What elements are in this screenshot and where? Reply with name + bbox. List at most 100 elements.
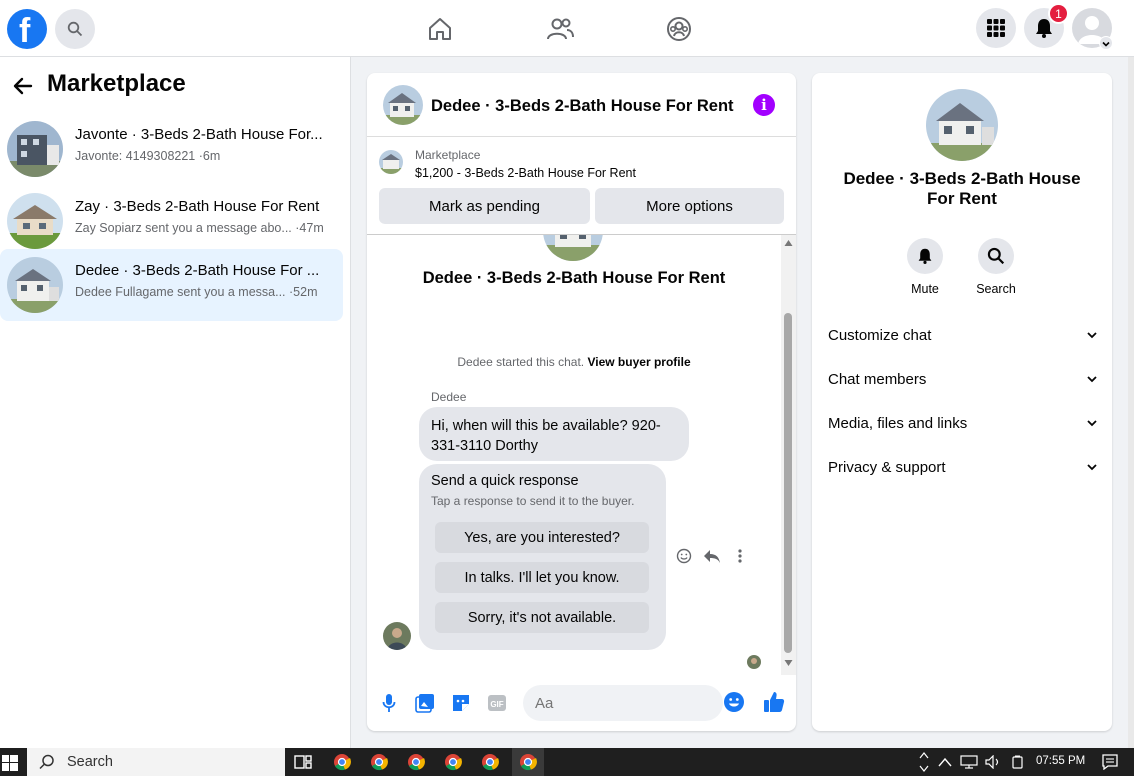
listing-thumbnail[interactable] [383, 85, 423, 125]
chevron-down-icon [1087, 464, 1097, 471]
emoji-icon [724, 692, 744, 712]
chrome-icon[interactable] [480, 752, 500, 772]
conversation-preview: Zay Sopiarz sent you a message abo... ·4… [75, 221, 324, 235]
chrome-icon[interactable] [443, 752, 463, 772]
notification-center-icon[interactable] [1102, 754, 1118, 770]
notification-badge: 1 [1048, 3, 1069, 24]
page-scrollbar[interactable] [1128, 57, 1134, 748]
scroll-up-icon[interactable] [784, 239, 793, 247]
chevron-down-icon [1087, 420, 1097, 427]
quick-response-option[interactable]: Sorry, it's not available. [435, 602, 649, 633]
conversation-preview: Javonte: 4149308221 ·6m [75, 149, 221, 163]
conversation-item-active[interactable]: Dedee · 3-Beds 2-Bath House For ... Dede… [0, 249, 343, 321]
sticker-button[interactable] [451, 693, 471, 713]
conversation-title: Zay · 3-Beds 2-Bath House For Rent [75, 198, 320, 215]
quick-response-option[interactable]: In talks. I'll let you know. [435, 562, 649, 593]
quick-response-subtitle: Tap a response to send it to the buyer. [431, 494, 635, 508]
chevron-down-icon [1087, 376, 1097, 383]
message-input[interactable] [523, 685, 723, 721]
search-label: Search [976, 282, 1016, 296]
taskbar-scroll-icon[interactable] [918, 750, 930, 774]
friends-nav[interactable] [545, 14, 575, 44]
arrow-left-icon [13, 77, 33, 95]
account-dropdown[interactable] [1099, 36, 1113, 50]
mute-action[interactable]: Mute [895, 238, 955, 296]
chevron-up-icon[interactable] [938, 756, 952, 768]
svg-text:GIF: GIF [490, 700, 503, 709]
message-bubble[interactable]: Hi, when will this be available? 920-331… [419, 407, 689, 461]
taskbar-search[interactable]: Search [27, 748, 285, 776]
info-title: Dedee · 3-Beds 2-Bath House For Rent [843, 169, 1081, 208]
search-button[interactable] [55, 9, 95, 49]
groups-nav[interactable] [664, 14, 694, 44]
back-button[interactable] [11, 74, 35, 98]
message-composer: GIF [367, 675, 796, 731]
sticker-icon [453, 695, 469, 711]
search-icon [987, 247, 1005, 265]
chrome-icon[interactable] [369, 752, 389, 772]
more-actions-button[interactable] [731, 547, 749, 565]
section-media-files-links[interactable]: Media, files and links [828, 403, 1098, 443]
section-customize-chat[interactable]: Customize chat [828, 315, 1098, 355]
search-conversation-button[interactable] [978, 238, 1014, 274]
listing-price[interactable]: $1,200 - 3-Beds 2-Bath House For Rent [415, 166, 636, 180]
battery-icon[interactable] [1010, 755, 1026, 769]
active-chrome-window[interactable] [512, 748, 544, 776]
taskbar-clock[interactable]: 07:55 PM [1036, 755, 1085, 767]
sender-avatar[interactable] [383, 622, 411, 650]
thumbs-up-icon [764, 692, 785, 712]
search-action[interactable]: Search [966, 238, 1026, 296]
section-label: Customize chat [828, 326, 932, 344]
gif-icon: GIF [488, 695, 506, 711]
conversation-title: Javonte · 3-Beds 2-Bath House For... [75, 126, 323, 143]
sidebar-title: Marketplace [47, 70, 186, 97]
menu-button[interactable] [976, 8, 1016, 48]
seen-indicator [747, 655, 761, 669]
chrome-icon[interactable] [332, 752, 352, 772]
task-view-icon[interactable] [293, 752, 313, 772]
search-icon [67, 21, 83, 37]
network-icon[interactable] [960, 755, 978, 769]
view-buyer-profile-link[interactable]: View buyer profile [587, 355, 690, 369]
quick-response-option[interactable]: Yes, are you interested? [435, 522, 649, 553]
conversation-title: Dedee · 3-Beds 2-Bath House For ... [75, 262, 320, 279]
scroll-thumb[interactable] [784, 313, 792, 653]
gif-button[interactable]: GIF [487, 693, 507, 713]
more-options-button[interactable]: More options [595, 188, 784, 224]
emoji-button[interactable] [723, 691, 745, 713]
chrome-icon[interactable] [406, 752, 426, 772]
reply-button[interactable] [703, 547, 721, 565]
windows-start-icon[interactable] [2, 755, 18, 771]
chat-panel: Dedee · 3-Beds 2-Bath House For Rent i M… [367, 73, 796, 731]
voice-clip-button[interactable] [379, 693, 399, 713]
message-scrollbar[interactable] [781, 235, 796, 675]
sender-name: Dedee [431, 390, 467, 404]
mark-pending-button[interactable]: Mark as pending [379, 188, 590, 224]
bell-icon [918, 248, 932, 264]
section-privacy-support[interactable]: Privacy & support [828, 447, 1098, 487]
listing-thumbnail [7, 193, 63, 249]
chat-title[interactable]: Dedee · 3-Beds 2-Bath House For Rent [431, 97, 734, 116]
scroll-down-icon[interactable] [784, 659, 793, 667]
section-label: Privacy & support [828, 458, 946, 476]
section-label: Media, files and links [828, 414, 968, 432]
info-icon[interactable]: i [753, 94, 775, 116]
conversation-item[interactable]: Javonte · 3-Beds 2-Bath House For... Jav… [0, 113, 343, 185]
photo-button[interactable] [415, 693, 435, 713]
top-bar: f 1 [0, 0, 1134, 57]
mute-label: Mute [911, 282, 939, 296]
mute-button[interactable] [907, 238, 943, 274]
grid-menu-icon [987, 19, 1005, 37]
like-button[interactable] [763, 691, 785, 713]
facebook-logo[interactable]: f [7, 9, 47, 50]
marketplace-label: Marketplace [415, 148, 481, 162]
chat-header: Dedee · 3-Beds 2-Bath House For Rent i [367, 73, 796, 137]
chevron-down-icon [1087, 332, 1097, 339]
section-chat-members[interactable]: Chat members [828, 359, 1098, 399]
home-nav[interactable] [425, 14, 455, 44]
volume-icon[interactable] [985, 755, 1001, 769]
friends-icon [547, 18, 574, 40]
conversation-item[interactable]: Zay · 3-Beds 2-Bath House For Rent Zay S… [0, 185, 343, 257]
react-button[interactable] [675, 547, 693, 565]
conversation-info-panel: Dedee · 3-Beds 2-Bath House For Rent Mut… [812, 73, 1112, 731]
